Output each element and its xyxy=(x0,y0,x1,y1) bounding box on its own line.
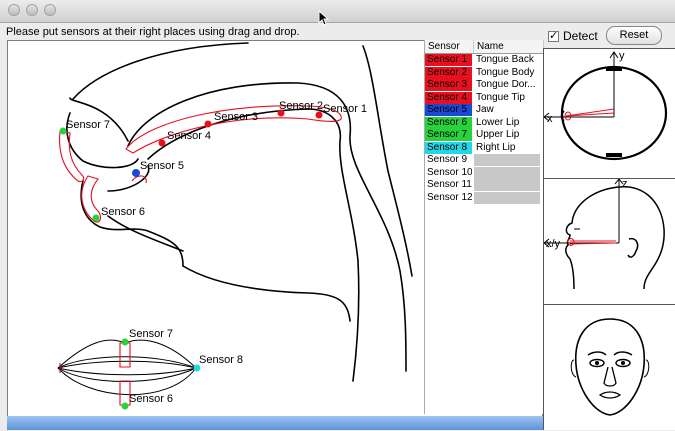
front-view-panel xyxy=(543,304,675,430)
close-window-button[interactable] xyxy=(8,4,20,16)
palate-outline xyxy=(72,42,249,100)
sensor-7-label: Sensor 7 xyxy=(66,119,110,131)
sensor-3-label: Sensor 3 xyxy=(214,111,258,123)
sensor-cell[interactable]: Sensor 4 xyxy=(425,91,472,104)
sensor-table: Sensor Name Sensor 1 Tongue Back Sensor 2T… xyxy=(424,40,544,414)
sensor-row[interactable]: Sensor 2 Tongue Body xyxy=(425,66,544,79)
sensor-1-dot[interactable] xyxy=(315,111,323,119)
tongue-outline xyxy=(147,108,360,382)
sensor-row[interactable]: Sensor 4 Tongue Tip xyxy=(425,91,544,104)
sensor-name-cell[interactable] xyxy=(474,154,540,166)
top-view-panel: y x xyxy=(543,48,675,178)
sensor-6-dot[interactable] xyxy=(92,214,100,222)
sensor-row[interactable]: Sensor 9 xyxy=(425,154,544,166)
sensor-row[interactable]: Sensor 6 Lower Lip xyxy=(425,116,544,129)
sensor-name-cell[interactable]: Tongue Body xyxy=(474,67,544,79)
sensor-1-label: Sensor 1 xyxy=(323,103,367,115)
sensor-cell[interactable]: Sensor 2 xyxy=(425,66,472,79)
sensor-cell[interactable]: Sensor 9 xyxy=(425,154,472,166)
lips-sensor-6-label: Sensor 6 xyxy=(129,393,173,405)
checkbox-icon[interactable]: ✓ xyxy=(548,30,559,42)
sensor-name-cell[interactable] xyxy=(474,179,540,191)
detect-checkbox[interactable]: ✓ Detect xyxy=(548,29,598,43)
tongue-base-outline xyxy=(182,265,351,322)
header-sensor: Sensor xyxy=(425,40,474,53)
sensor-row[interactable]: Sensor 3 Tongue Dor... xyxy=(425,79,544,91)
sensor-name-cell[interactable]: Upper Lip xyxy=(474,129,544,141)
sensor-cell[interactable]: Sensor 6 xyxy=(425,116,472,129)
sensor-5-dot[interactable] xyxy=(132,169,140,177)
minimize-window-button[interactable] xyxy=(26,4,38,16)
instruction-text: Please put sensors at their right places… xyxy=(6,26,300,38)
sensor-name-cell[interactable] xyxy=(474,191,540,204)
sensor-table-body: Sensor 1 Tongue Back Sensor 2 Tongue Body Se… xyxy=(425,54,544,204)
sensor-row[interactable]: Sensor 8 Right Lip xyxy=(425,141,544,154)
sensor-row[interactable]: Sensor 12 xyxy=(425,191,544,204)
sensor-cell[interactable]: Sensor 5 xyxy=(425,104,472,116)
mouse-cursor-icon xyxy=(318,10,330,26)
sensor-name-cell[interactable]: Tongue Back xyxy=(474,54,544,66)
lips-diagram xyxy=(57,339,197,406)
sensor-row[interactable]: Sensor 1 Tongue Back xyxy=(425,54,544,66)
lips-sensor-7-label: Sensor 7 xyxy=(129,328,173,340)
pharynx-outline xyxy=(362,45,413,277)
sensor-cell[interactable]: Sensor 8 xyxy=(425,141,472,154)
sensor-name-cell[interactable]: Jaw xyxy=(474,104,544,116)
side-view-panel: z x/y xyxy=(543,178,675,304)
sensor-cell[interactable]: Sensor 3 xyxy=(425,79,472,91)
header-name: Name xyxy=(474,40,544,53)
lips-sensor-7-dot[interactable] xyxy=(121,338,129,346)
chin-outline xyxy=(107,215,184,252)
reset-button[interactable]: Reset xyxy=(606,26,662,45)
lower-lip-outline xyxy=(80,180,184,267)
detect-label: Detect xyxy=(563,29,598,43)
axis-z-label: z xyxy=(622,178,628,190)
sensor-6-label: Sensor 6 xyxy=(101,206,145,218)
sensor-table-header: Sensor Name xyxy=(425,40,544,54)
lips-sensor-8-label: Sensor 8 xyxy=(199,354,243,366)
sensor-row[interactable]: Sensor 5 Jaw xyxy=(425,104,544,116)
axis-xy-label: x/y xyxy=(546,238,561,250)
window-titlebar xyxy=(0,0,675,23)
sensor-cell[interactable]: Sensor 7 xyxy=(425,129,472,141)
sensor-cell[interactable]: Sensor 11 xyxy=(425,179,472,191)
sensor-2-label: Sensor 2 xyxy=(279,100,323,112)
axis-y-label: y xyxy=(619,50,625,62)
sensor-cell[interactable]: Sensor 12 xyxy=(425,192,472,204)
sensor-3-dot[interactable] xyxy=(204,120,212,128)
sensor-row[interactable]: Sensor 7 Upper Lip xyxy=(425,129,544,141)
axis-x-label: x xyxy=(547,113,553,125)
sensor-cell[interactable]: Sensor 10 xyxy=(425,167,472,179)
sensor-name-cell[interactable]: Right Lip xyxy=(474,142,544,154)
sensor-name-cell[interactable]: Lower Lip xyxy=(474,117,544,129)
sensor-5-label: Sensor 5 xyxy=(140,160,184,172)
sensor-name-cell[interactable]: Tongue Tip xyxy=(474,92,544,104)
sensor-row[interactable]: Sensor 11 xyxy=(425,179,544,191)
sensor-row[interactable]: Sensor 10 xyxy=(425,166,544,179)
sensor-4-label: Sensor 4 xyxy=(167,130,211,142)
status-bar xyxy=(7,416,543,430)
sensor-cell[interactable]: Sensor 1 xyxy=(425,54,472,66)
sensor-4-dot[interactable] xyxy=(158,139,166,147)
sensor-name-cell[interactable] xyxy=(474,166,540,179)
sensor-name-cell[interactable]: Tongue Dor... xyxy=(474,79,544,91)
lips-sensor-6-dot[interactable] xyxy=(121,402,129,410)
zoom-window-button[interactable] xyxy=(44,4,56,16)
